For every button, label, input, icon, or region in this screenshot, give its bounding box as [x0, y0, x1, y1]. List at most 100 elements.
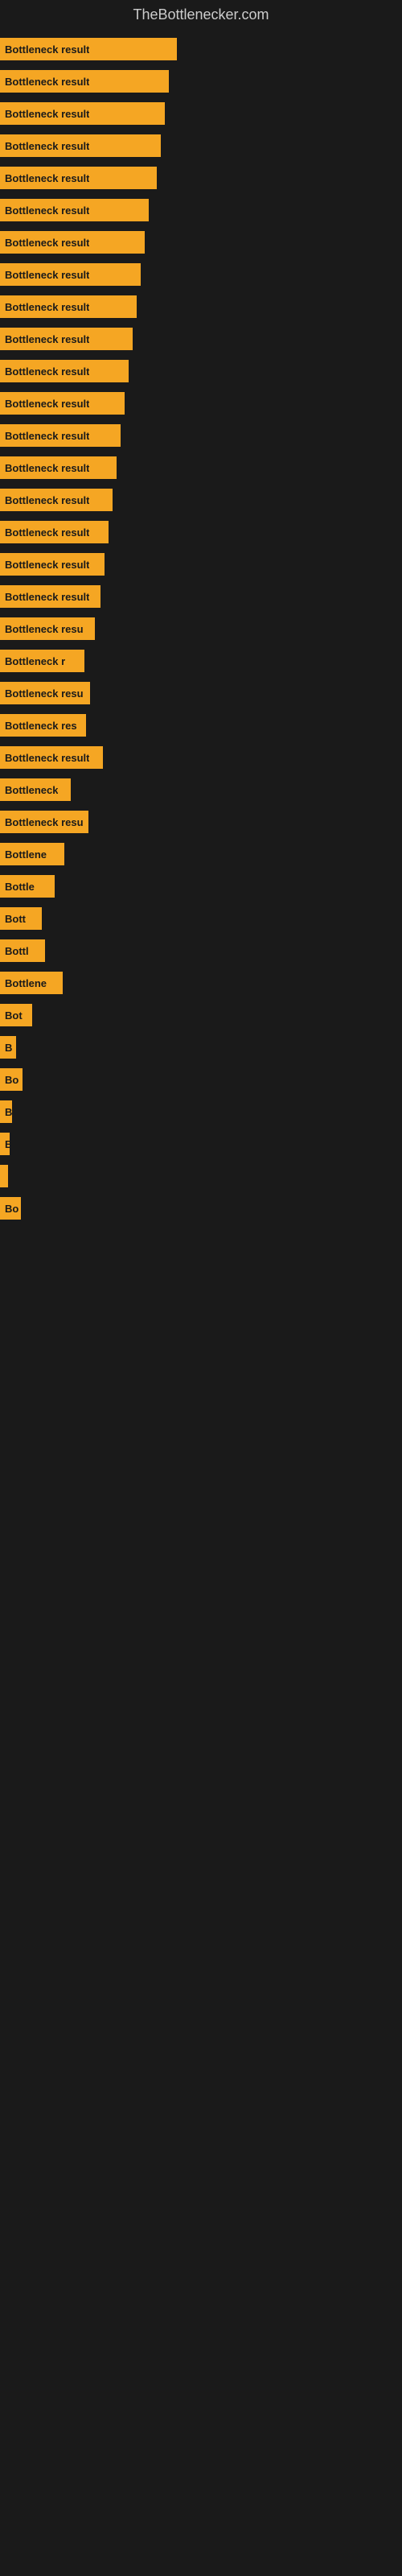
bar-row: B — [0, 1100, 402, 1123]
bar-1: Bottleneck result — [0, 38, 177, 60]
bar-36 — [0, 1165, 8, 1187]
bar-label: Bottleneck result — [5, 430, 89, 442]
bar-21: Bottleneck resu — [0, 682, 90, 704]
bar-row: Bottleneck result — [0, 102, 402, 125]
bar-row: Bottleneck result — [0, 70, 402, 93]
bar-label: Bottleneck resu — [5, 623, 84, 635]
bar-label: Bottleneck result — [5, 365, 89, 378]
bar-12: Bottleneck result — [0, 392, 125, 415]
bar-2: Bottleneck result — [0, 70, 169, 93]
bar-label: Bottleneck result — [5, 204, 89, 217]
bar-29: Bottl — [0, 939, 45, 962]
bar-label: Bottleneck resu — [5, 816, 84, 828]
bar-label: Bott — [5, 913, 26, 925]
bar-label: Bottleneck result — [5, 752, 89, 764]
bar-label: Bottleneck result — [5, 301, 89, 313]
bar-row: Bottleneck result — [0, 521, 402, 543]
bar-row: Bottleneck result — [0, 553, 402, 576]
bar-label: Bottleneck result — [5, 76, 89, 88]
bar-row: Bottle — [0, 875, 402, 898]
bar-label: Bottlene — [5, 977, 47, 989]
bar-row: Bottleneck result — [0, 360, 402, 382]
bar-8: Bottleneck result — [0, 263, 141, 286]
bar-row: Bottleneck result — [0, 263, 402, 286]
bar-label: Bottleneck resu — [5, 687, 84, 700]
bar-row: Bottleneck result — [0, 38, 402, 60]
bar-row — [0, 1165, 402, 1187]
bar-34: B — [0, 1100, 12, 1123]
bar-30: Bottlene — [0, 972, 63, 994]
bar-label: Bottleneck result — [5, 237, 89, 249]
bar-28: Bott — [0, 907, 42, 930]
bar-row: Bottl — [0, 939, 402, 962]
site-title: TheBottlenecker.com — [0, 0, 402, 30]
bar-6: Bottleneck result — [0, 199, 149, 221]
bar-31: Bot — [0, 1004, 32, 1026]
bar-row: B — [0, 1133, 402, 1155]
bar-label: Bottleneck res — [5, 720, 77, 732]
bar-row: Bottleneck result — [0, 167, 402, 189]
bar-label: Bottle — [5, 881, 35, 893]
bar-label: Bottleneck result — [5, 140, 89, 152]
bar-15: Bottleneck result — [0, 489, 113, 511]
bar-label: B — [5, 1138, 10, 1150]
bar-9: Bottleneck result — [0, 295, 137, 318]
bar-label: Bottleneck r — [5, 655, 65, 667]
bar-row: Bottleneck res — [0, 714, 402, 737]
bar-row: Bottleneck result — [0, 585, 402, 608]
bar-14: Bottleneck result — [0, 456, 117, 479]
bar-label: Bottleneck result — [5, 172, 89, 184]
bar-row: Bott — [0, 907, 402, 930]
bar-label: Bottleneck result — [5, 591, 89, 603]
bar-label: Bottleneck result — [5, 398, 89, 410]
bar-label: Bottl — [5, 945, 29, 957]
bar-5: Bottleneck result — [0, 167, 157, 189]
bar-26: Bottlene — [0, 843, 64, 865]
bar-23: Bottleneck result — [0, 746, 103, 769]
bar-label: Bottleneck result — [5, 494, 89, 506]
bar-label: Bottleneck result — [5, 333, 89, 345]
bar-row: Bottleneck resu — [0, 811, 402, 833]
bar-label: Bottleneck — [5, 784, 58, 796]
bar-37: Bo — [0, 1197, 21, 1220]
bar-label: B — [5, 1106, 12, 1118]
bar-label: Bottleneck result — [5, 43, 89, 56]
bar-row: Bottlene — [0, 843, 402, 865]
bar-35: B — [0, 1133, 10, 1155]
bar-4: Bottleneck result — [0, 134, 161, 157]
bar-row: Bottleneck — [0, 778, 402, 801]
bar-row: Bo — [0, 1197, 402, 1220]
bar-row: Bottleneck result — [0, 231, 402, 254]
bar-label: Bottleneck result — [5, 526, 89, 539]
bar-7: Bottleneck result — [0, 231, 145, 254]
bar-row: Bottleneck result — [0, 392, 402, 415]
bar-16: Bottleneck result — [0, 521, 109, 543]
bar-row: Bottleneck r — [0, 650, 402, 672]
bar-19: Bottleneck resu — [0, 617, 95, 640]
bar-3: Bottleneck result — [0, 102, 165, 125]
bar-10: Bottleneck result — [0, 328, 133, 350]
bar-row: Bot — [0, 1004, 402, 1026]
bar-row: Bottleneck result — [0, 199, 402, 221]
bar-row: Bottleneck result — [0, 295, 402, 318]
bar-27: Bottle — [0, 875, 55, 898]
bar-label: Bo — [5, 1074, 18, 1086]
bar-32: B — [0, 1036, 16, 1059]
bar-label: Bottleneck result — [5, 559, 89, 571]
bar-25: Bottleneck resu — [0, 811, 88, 833]
bar-label: B — [5, 1042, 12, 1054]
bar-24: Bottleneck — [0, 778, 71, 801]
bar-20: Bottleneck r — [0, 650, 84, 672]
bar-row: Bottleneck resu — [0, 682, 402, 704]
bar-row: Bottleneck result — [0, 424, 402, 447]
bar-row: Bottleneck result — [0, 134, 402, 157]
bar-22: Bottleneck res — [0, 714, 86, 737]
bar-row: Bottleneck result — [0, 456, 402, 479]
bar-row: Bottleneck result — [0, 489, 402, 511]
bar-18: Bottleneck result — [0, 585, 100, 608]
bar-label: Bottlene — [5, 848, 47, 861]
bar-row: Bo — [0, 1068, 402, 1091]
bar-13: Bottleneck result — [0, 424, 121, 447]
bar-17: Bottleneck result — [0, 553, 105, 576]
bar-row: Bottleneck result — [0, 746, 402, 769]
